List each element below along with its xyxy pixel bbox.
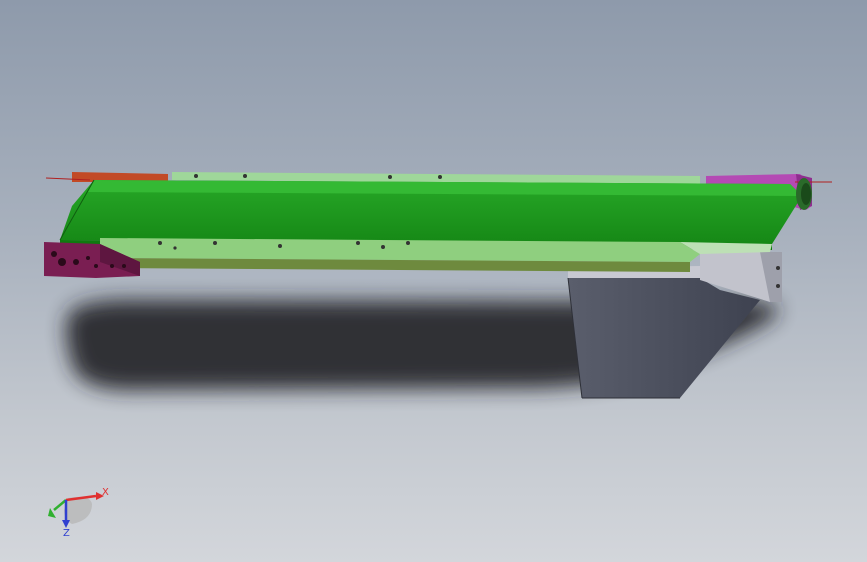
coordinate-triad[interactable]: X Z [40, 480, 120, 550]
right-roller [796, 178, 812, 210]
x-axis-label: X [102, 487, 109, 498]
z-axis-label: Z [63, 528, 70, 539]
model-viewport[interactable]: X Z [0, 0, 867, 562]
front-frame-rail [100, 238, 772, 272]
y-axis-arrow [53, 499, 67, 511]
conveyor-model[interactable] [0, 0, 867, 562]
